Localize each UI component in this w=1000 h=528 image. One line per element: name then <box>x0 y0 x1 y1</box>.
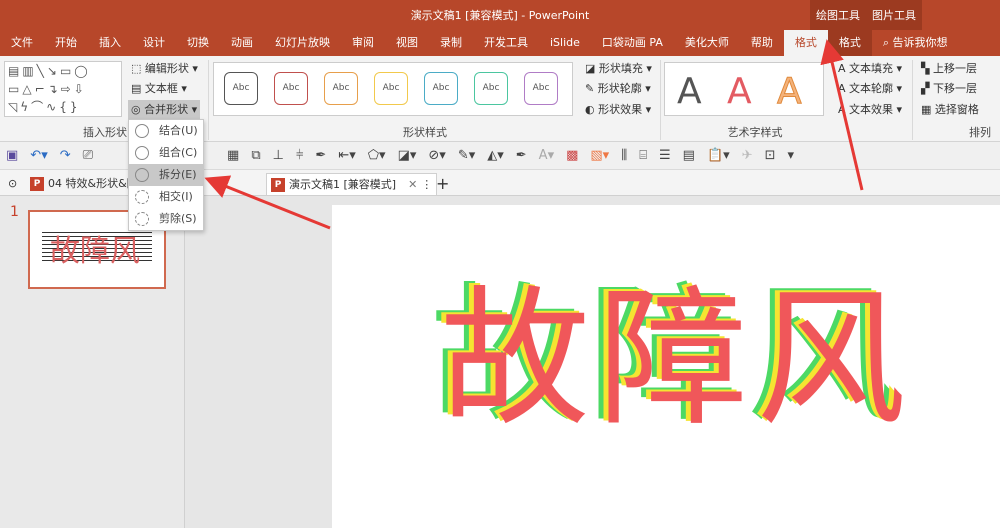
arrow-to-fragment <box>204 175 331 230</box>
arrow-to-format-tab <box>820 39 864 191</box>
annotation-arrows <box>204 39 864 230</box>
